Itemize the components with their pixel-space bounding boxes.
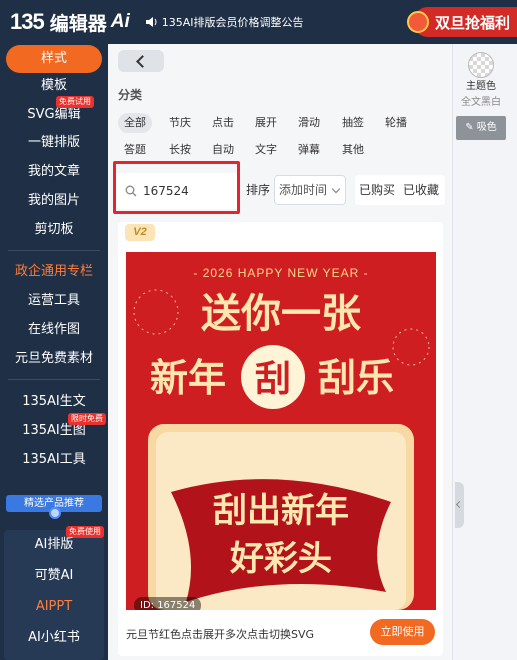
chevron-left-icon [136,54,149,68]
category-chip[interactable]: 节庆 [166,113,194,133]
search-box[interactable] [115,173,239,209]
category-chip[interactable]: 展开 [252,113,280,133]
category-chip[interactable]: 抽签 [339,113,367,133]
sidebar-item-new-year-assets[interactable]: 元旦免费素材 [0,348,108,370]
color-picker-button[interactable]: ✎ 吸色 [456,116,506,140]
style-panel: 分类 全部 节庆 点击 展开 滑动 抽签 轮播 答题 长按 自动 文字 弹幕 其… [108,44,452,660]
template-card[interactable]: V2 - 2026 HAPPY NEW YEAR - 送你一张 新年 刮 刮乐 … [118,222,443,656]
search-icon [125,185,137,197]
sidebar-item-styles[interactable]: 样式 [6,45,102,73]
scratch-line1: 刮出新年 [213,491,349,531]
category-chip[interactable]: 长按 [166,140,194,160]
sidebar-item-ai-xiaohongshu[interactable]: AI小红书 [0,627,108,649]
poster-line2-b: 刮 [255,359,291,400]
lantern-icon [407,11,429,33]
category-chip[interactable]: 其他 [339,140,367,160]
logo-mark: 135 [10,9,45,34]
version-badge: V2 [125,224,155,241]
logo-name: 编辑器 [49,13,107,35]
category-chip[interactable]: 自动 [209,140,237,160]
promo-text: 双旦抢福利 [435,14,511,32]
sidebar-item-templates[interactable]: 模板 [0,75,108,97]
logo[interactable]: 135 编辑器 Ai [10,9,130,36]
favorited-filter[interactable]: 已收藏 [403,181,439,198]
sidebar-item-kezan-ai[interactable]: 可赞AI [0,565,108,587]
announcement-text: 135AI排版会员价格调整公告 [161,16,304,29]
top-bar: 135 编辑器 Ai 135AI排版会员价格调整公告 双旦抢福利 [0,0,517,44]
filter-group: 已购买 已收藏 [355,175,445,205]
speaker-icon [145,17,157,27]
collapse-handle[interactable] [455,482,464,528]
category-chip[interactable]: 滑动 [295,113,323,133]
purchased-filter[interactable]: 已购买 [359,181,395,198]
sidebar-item-ai-layout[interactable]: AI排版 [0,534,108,556]
poster-line2-a: 新年 [150,356,226,400]
sidebar-item-ai-writing[interactable]: 135AI生文 [0,391,108,413]
template-title: 元旦节红色点击展开多次点击切换SVG [126,628,315,641]
sidebar-divider [8,250,100,251]
sidebar-item-ops-tools[interactable]: 运营工具 [0,290,108,312]
logo-ai: Ai [110,11,130,32]
theme-bw-option[interactable]: 全文黑白 [453,93,509,108]
sidebar-item-one-click-layout[interactable]: 一键排版 [0,132,108,154]
chevron-down-icon [331,184,341,194]
template-preview[interactable]: - 2026 HAPPY NEW YEAR - 送你一张 新年 刮 刮乐 刮出新… [126,252,436,610]
category-chip[interactable]: 答题 [121,140,149,160]
poster-art: - 2026 HAPPY NEW YEAR - 送你一张 新年 刮 刮乐 刮出新… [126,252,436,610]
use-now-button[interactable]: 立即使用 [370,619,435,645]
theme-color-label: 主题色 [466,81,496,92]
sidebar-item-gov-column[interactable]: 政企通用专栏 [0,261,108,283]
right-panel: 主题色 全文黑白 ✎ 吸色 [452,44,517,660]
sidebar-item-ai-tools[interactable]: 135AI工具 [0,449,108,471]
category-chip[interactable]: 文字 [252,140,280,160]
eyedropper-icon: ✎ [465,122,474,133]
theme-color-swatch[interactable] [468,52,494,78]
sort-select[interactable]: 添加时间 [274,175,346,205]
poster-line1: 送你一张 [201,291,361,337]
poster-subtitle: - 2026 HAPPY NEW YEAR - [193,266,368,280]
sidebar-item-online-design[interactable]: 在线作图 [0,319,108,341]
sidebar: 样式 模板 SVG编辑 免费试用 一键排版 我的文章 我的图片 剪切板 政企通用… [0,44,108,660]
category-chip-all[interactable]: 全部 [118,113,152,133]
category-chip[interactable]: 弹幕 [295,140,323,160]
category-label: 分类 [118,88,143,102]
sidebar-item-aippt[interactable]: AIPPT [0,596,108,618]
poster-line2-c: 刮乐 [318,356,394,400]
template-id-tag: ID: 167524 [134,597,202,610]
sort-label: 排序 [246,183,271,197]
category-chip[interactable]: 点击 [209,113,237,133]
limited-free-badge: 限时免费 [68,413,106,425]
sort-value: 添加时间 [279,183,328,197]
back-button[interactable] [118,50,164,72]
sidebar-divider [8,379,100,380]
free-trial-badge: 免费试用 [56,96,94,108]
sidebar-item-my-articles[interactable]: 我的文章 [0,161,108,183]
search-input[interactable] [143,184,233,198]
promo-banner[interactable]: 双旦抢福利 [407,7,517,37]
color-picker-label: 吸色 [476,122,497,133]
category-chip[interactable]: 轮播 [382,113,410,133]
scratch-line2: 好彩头 [229,539,332,579]
sidebar-item-clipboard[interactable]: 剪切板 [0,219,108,241]
sidebar-item-my-images[interactable]: 我的图片 [0,190,108,212]
sparkle-icon [49,507,61,519]
announcement[interactable]: 135AI排版会员价格调整公告 [145,14,304,30]
